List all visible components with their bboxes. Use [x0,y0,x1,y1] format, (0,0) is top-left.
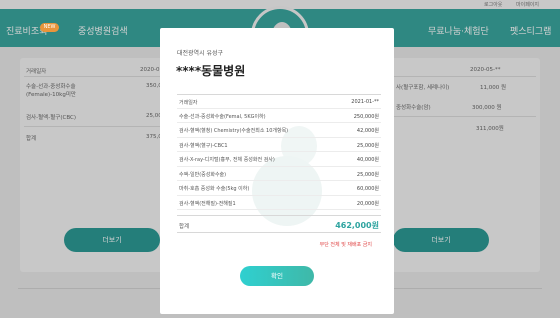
item-label: 검사-X-ray-디지털(흉부, 전체 중성화전 검사) [179,157,275,163]
table-header-row: 거래일자 2021-01-** [177,94,381,109]
table-row: 검사-혈액(전해질)-전해질1 20,000원 [177,196,381,210]
item-label: 검사-혈액(혈청) Chemistry(수술전최소 10개항목) [179,128,289,134]
date-value: 2021-01-** [351,99,379,105]
total-row: 합계 462,000원 [177,215,381,233]
hospital-region: 대전광역시 유성구 [177,50,224,57]
item-label: 검사-혈액(전해질)-전해질1 [179,200,236,207]
hospital-name: ****동물병원 [176,64,246,78]
table-row: 검사-혈액(혈청) Chemistry(수술전최소 10개항목) 42,000원 [177,123,381,138]
item-price: 42,000원 [356,128,379,134]
item-price: 60,000원 [356,186,379,192]
total-value: 462,000원 [335,221,379,230]
table-row: 마취-호흡 중성화 수술(5kg 이하) 60,000원 [177,181,381,196]
table-row: 검사-혈액(혈구)-CBC1 25,000원 [177,138,381,152]
item-label: 수술-선과-중성화수술(Femal, 5KG이하) [179,113,266,120]
item-price: 20,000원 [356,200,379,207]
date-label: 거래일자 [179,100,198,106]
table-row: 수액-일반(중성화수술) 25,000원 [177,167,381,181]
receipt-table: 거래일자 2021-01-** 수술-선과-중성화수술(Femal, 5KG이하… [177,94,381,210]
table-row: 검사-X-ray-디지털(흉부, 전체 중성화전 검사) 40,000원 [177,152,381,167]
item-price: 250,000원 [353,113,379,120]
no-redistribution-note: 부단 전체 및 재배포 금지 [319,242,372,248]
total-label: 합계 [179,224,190,230]
item-label: 검사-혈액(혈구)-CBC1 [179,142,228,149]
confirm-button[interactable]: 확인 [240,266,314,286]
table-row: 수술-선과-중성화수술(Femal, 5KG이하) 250,000원 [177,109,381,123]
item-label: 마취-호흡 중성화 수술(5kg 이하) [179,186,250,192]
item-price: 40,000원 [356,157,379,163]
new-badge: NEW [40,23,59,32]
item-price: 25,000원 [356,142,379,149]
item-price: 25,000원 [356,171,379,178]
receipt-modal: 대전광역시 유성구 ****동물병원 거래일자 2021-01-** 수술-선과… [160,28,394,314]
item-label: 수액-일반(중성화수술) [179,171,227,178]
